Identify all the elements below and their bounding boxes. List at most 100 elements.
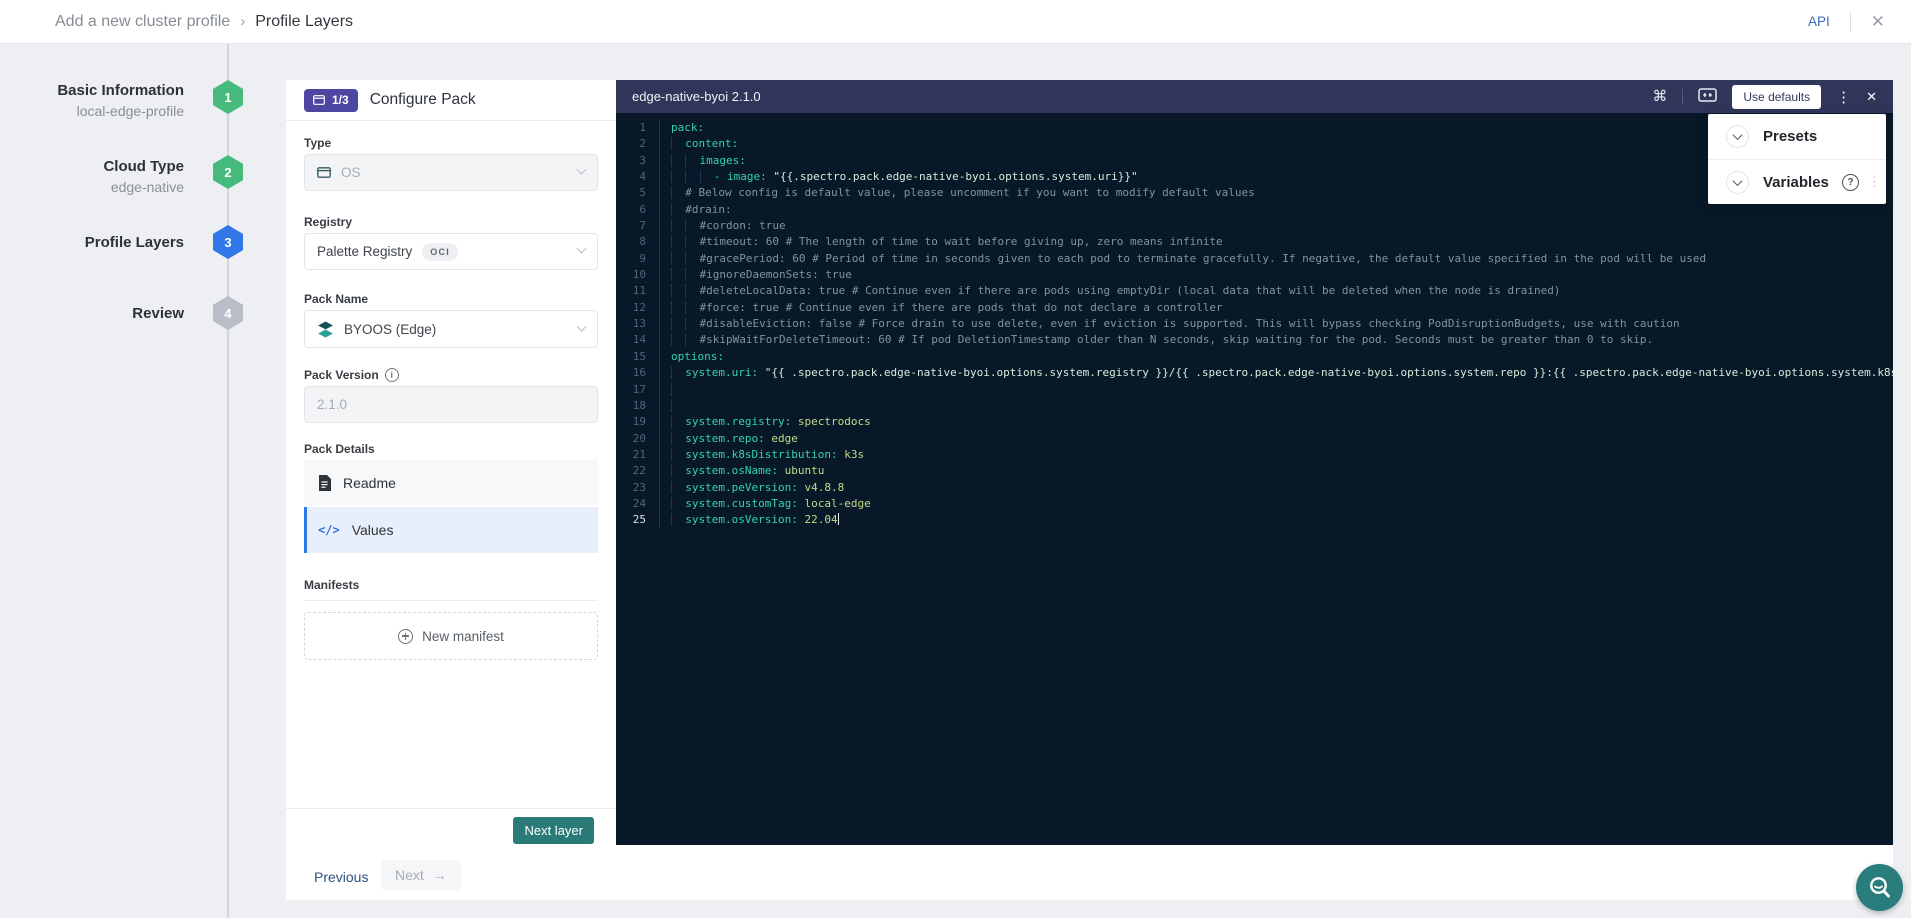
magnifier-smile-icon [1869, 876, 1890, 897]
expand-command-icon[interactable]: ⌘ [1652, 89, 1667, 104]
page-title: Profile Layers [255, 12, 354, 30]
code-line[interactable]: 1 pack: [616, 120, 1893, 137]
code-line[interactable]: 19 system.registry: spectrodocs [616, 414, 1893, 431]
pack-details-label: Pack Details [304, 442, 375, 456]
code-line[interactable]: 13 #disableEviction: false # Force drain… [616, 316, 1893, 333]
code-line[interactable]: 20 system.repo: edge [616, 430, 1893, 447]
step-subtitle: edge-native [110, 179, 184, 195]
editor-header-divider [1682, 88, 1684, 105]
next-button[interactable]: Next → [381, 860, 461, 890]
kebab-menu-icon[interactable]: ⋮ [1868, 174, 1881, 190]
chevron-down-icon[interactable] [1726, 170, 1749, 194]
api-link[interactable]: API [1808, 14, 1830, 29]
chevron-down-icon [576, 164, 587, 175]
code-line[interactable]: 12 #force: true # Continue even if there… [616, 299, 1893, 317]
editor-pack-title: edge-native-byoi 2.1.0 [632, 89, 761, 104]
use-defaults-button[interactable]: Use defaults [1732, 84, 1822, 109]
line-number: 12 [632, 300, 646, 314]
plus-circle-icon [398, 628, 414, 644]
breadcrumb-parent-link[interactable]: Add a new cluster profile [55, 13, 230, 31]
os-window-icon [317, 167, 331, 178]
type-select[interactable]: OS [304, 154, 598, 191]
step-number-badge: 1 [213, 80, 243, 114]
code-line[interactable]: 9 #gracePeriod: 60 # Period of time in s… [616, 250, 1893, 268]
previous-button[interactable]: Previous [314, 869, 368, 885]
line-number: 4 [639, 170, 646, 184]
code-line[interactable]: 17 [616, 381, 1893, 398]
help-chat-button[interactable] [1856, 864, 1903, 911]
byoos-layers-icon [318, 321, 333, 337]
pack-version-select[interactable]: 2.1.0 [304, 386, 598, 423]
code-line[interactable]: 8 #timeout: 60 # The length of time to w… [616, 234, 1893, 251]
code-line[interactable]: 18 [616, 397, 1893, 415]
close-icon[interactable]: ✕ [1871, 13, 1885, 30]
line-number: 6 [639, 202, 646, 216]
kebab-menu-icon[interactable]: ⋮ [1836, 88, 1851, 106]
chevron-down-icon [576, 321, 587, 332]
code-line[interactable]: 25 system.osVersion: 22.04 [616, 512, 1893, 529]
step-title: Basic Information [57, 82, 184, 99]
registry-label: Registry [304, 215, 353, 229]
editor-header: edge-native-byoi 2.1.0 ⌘ Use defaults ⋮ … [616, 80, 1893, 113]
step-title: Profile Layers [84, 234, 184, 251]
line-number: 13 [632, 317, 646, 331]
line-number: 23 [632, 480, 646, 494]
info-icon[interactable]: i [384, 368, 399, 382]
step-number-badge: 4 [213, 296, 243, 330]
variables-row[interactable]: Variables ? ⋮ [1708, 159, 1886, 204]
code-line[interactable]: 23 system.peVersion: v4.8.8 [616, 479, 1893, 496]
step-title: Review [132, 305, 184, 322]
code-line[interactable]: 7 #cordon: true [616, 218, 1893, 235]
document-icon [319, 474, 331, 491]
line-number: 25 [632, 513, 646, 527]
code-line[interactable]: 6 #drain: [616, 201, 1893, 219]
code-line[interactable]: 21 system.k8sDistribution: k3s [616, 446, 1893, 464]
step-subtitle: local-edge-profile [76, 103, 184, 119]
code-line[interactable]: 4 - image: "{{.spectro.pack.edge-native-… [616, 169, 1893, 186]
code-line[interactable]: 22 system.osName: ubuntu [616, 463, 1893, 480]
editor-close-icon[interactable]: ✕ [1866, 89, 1877, 105]
code-line[interactable]: 10 #ignoreDaemonSets: true [616, 267, 1893, 284]
line-number: 5 [639, 186, 646, 200]
manifests-divider [304, 600, 598, 601]
code-line[interactable]: 11 #deleteLocalData: true # Continue eve… [616, 283, 1893, 300]
line-number: 11 [632, 284, 646, 298]
line-number: 20 [632, 431, 646, 445]
line-number: 14 [632, 333, 646, 347]
code-icon: </> [318, 523, 340, 537]
code-line[interactable]: 5 # Below config is default value, pleas… [616, 185, 1893, 202]
type-label: Type [304, 136, 332, 150]
line-number: 10 [632, 268, 646, 282]
oci-badge: OCI [422, 242, 458, 261]
line-number: 7 [639, 219, 646, 233]
line-number: 19 [632, 415, 646, 429]
pack-name-select[interactable]: BYOOS (Edge) [304, 310, 598, 348]
code-line[interactable]: 15 options: [616, 348, 1893, 366]
split-view-icon[interactable] [1698, 88, 1718, 105]
readme-tab[interactable]: Readme [304, 460, 598, 505]
code-line[interactable]: 16 system.uri: "{{ .spectro.pack.edge-na… [616, 365, 1893, 382]
code-line[interactable]: 3 images: [616, 152, 1893, 170]
step-title: Cloud Type [103, 158, 184, 175]
new-manifest-button[interactable]: New manifest [304, 612, 598, 660]
code-line[interactable]: 14 #skipWaitForDeleteTimeout: 60 # If po… [616, 332, 1893, 349]
values-tab[interactable]: </> Values [304, 507, 598, 553]
line-number: 9 [639, 251, 646, 265]
card-footer-divider [286, 808, 616, 809]
configure-pack-header: 1/3 Configure Pack [286, 80, 616, 121]
code-editor-panel: edge-native-byoi 2.1.0 ⌘ Use defaults ⋮ … [616, 80, 1893, 845]
line-number: 17 [632, 382, 646, 396]
line-number: 3 [639, 153, 646, 167]
step-number-badge: 2 [213, 155, 243, 189]
yaml-code-editor[interactable]: 1 pack: 2 content: 3 images: 4 - image: "{{.… [616, 113, 1893, 845]
next-layer-button[interactable]: Next layer [513, 817, 594, 844]
manifests-label: Manifests [304, 578, 360, 592]
registry-select[interactable]: Palette Registry OCI [304, 233, 598, 270]
presets-row[interactable]: Presets [1708, 114, 1886, 159]
line-number: 2 [639, 137, 646, 151]
code-line[interactable]: 24 system.customTag: local-edge [616, 495, 1893, 513]
presets-variables-popup: Presets Variables ? ⋮ [1708, 114, 1886, 204]
code-line[interactable]: 2 content: [616, 136, 1893, 153]
help-icon[interactable]: ? [1842, 173, 1859, 191]
chevron-down-icon[interactable] [1726, 125, 1749, 148]
